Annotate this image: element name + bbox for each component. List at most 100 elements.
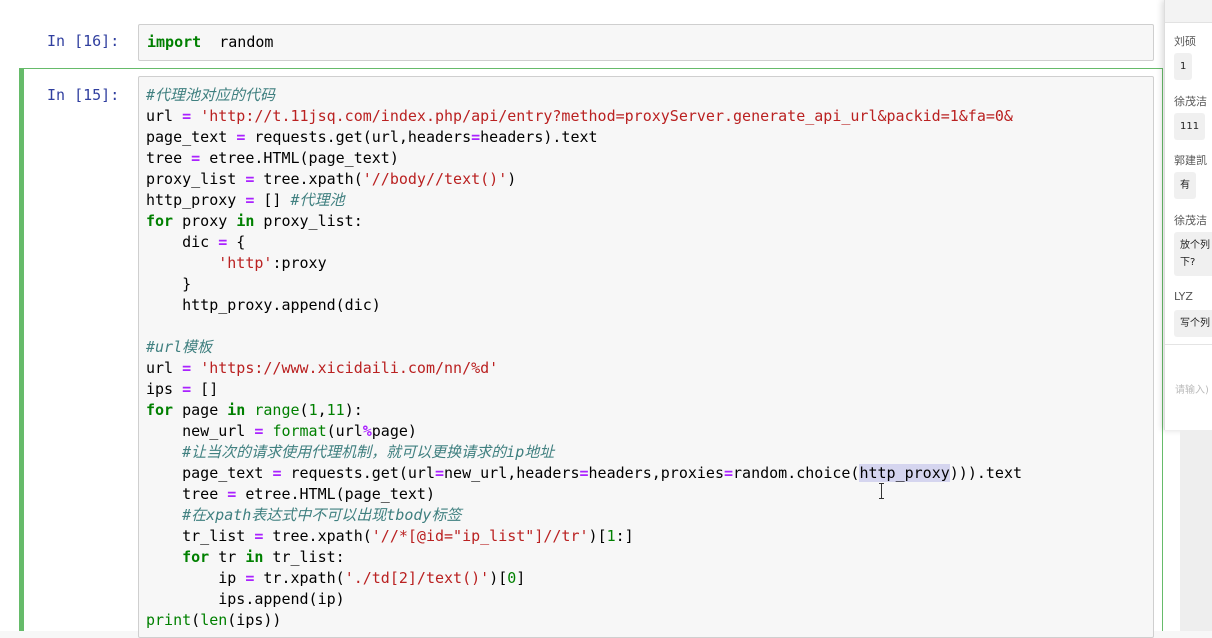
code-token: for bbox=[182, 548, 210, 566]
code-token: tree.xpath( bbox=[254, 170, 363, 188]
code-token: ): bbox=[344, 401, 363, 419]
code-token: 'http://t.11jsq.com/index.php/api/entry?… bbox=[200, 107, 1013, 125]
code-token: ips bbox=[146, 380, 183, 398]
code-token: 1 bbox=[308, 401, 318, 419]
code-token: 1 bbox=[606, 527, 616, 545]
chat-input-placeholder[interactable]: 请输入) bbox=[1175, 381, 1209, 396]
code-token: etree.HTML(page_text) bbox=[236, 485, 435, 503]
code-token: [] bbox=[254, 191, 291, 209]
code-token: in bbox=[227, 401, 246, 419]
code-line: url = 'http://t.11jsq.com/index.php/api/… bbox=[146, 106, 1153, 127]
code-token: range bbox=[254, 401, 300, 419]
chat-message: 1 bbox=[1174, 53, 1193, 80]
code-token: ) bbox=[507, 170, 517, 188]
chat-message: 放个列 下? bbox=[1174, 232, 1212, 276]
code-line: print(len(ips)) bbox=[146, 610, 1153, 631]
code-token: page) bbox=[371, 422, 417, 440]
code-line: #url模板 bbox=[146, 337, 1153, 358]
code-token: tr.xpath( bbox=[254, 569, 345, 587]
code-token: requests.get(url,headers bbox=[245, 128, 472, 146]
code-line: new_url = format(url%page) bbox=[146, 421, 1153, 442]
code-token: 'http' bbox=[218, 254, 273, 272]
code-token: tree.xpath( bbox=[263, 527, 372, 545]
code-token: requests.get(url bbox=[281, 464, 435, 482]
code-cell-input[interactable]: #代理池对应的代码 url = 'http://t.11jsq.com/index… bbox=[138, 76, 1154, 638]
code-token: format bbox=[272, 422, 327, 440]
code-token: [] bbox=[191, 380, 219, 398]
code-line: } bbox=[146, 274, 1153, 295]
code-token: for bbox=[146, 212, 174, 230]
code-line: tr_list = tree.xpath('//*[@id="ip_list"]… bbox=[146, 526, 1153, 547]
code-token: = bbox=[218, 233, 228, 251]
code-editor[interactable]: import random bbox=[139, 25, 1153, 53]
code-token: ( bbox=[191, 611, 201, 629]
code-token: } bbox=[146, 275, 192, 293]
code-token: http_proxy bbox=[146, 191, 246, 209]
code-line: for tr in tr_list: bbox=[146, 547, 1153, 568]
code-token: % bbox=[362, 422, 372, 440]
code-token: 11 bbox=[326, 401, 345, 419]
side-gutter bbox=[1180, 430, 1212, 631]
code-token: tr_list: bbox=[263, 548, 345, 566]
code-line: page_text = requests.get(url=new_url,hea… bbox=[146, 463, 1153, 484]
code-line: 'http':proxy bbox=[146, 253, 1153, 274]
chat-sender-name: 徐茂洁 bbox=[1174, 95, 1207, 108]
code-token: = bbox=[471, 128, 481, 146]
code-token: ip bbox=[146, 569, 246, 587]
code-token: ) bbox=[588, 527, 598, 545]
chat-sender-name: LYZ bbox=[1174, 290, 1193, 303]
code-line: tree = etree.HTML(page_text) bbox=[146, 148, 1153, 169]
code-token: url bbox=[146, 359, 183, 377]
code-line: http_proxy = [] #代理池 bbox=[146, 190, 1153, 211]
cell-prompt: In [16]: bbox=[47, 32, 120, 50]
code-token: http_proxy.append(dic) bbox=[146, 296, 381, 314]
code-token: )[ bbox=[489, 569, 508, 587]
code-token: '//body//text()' bbox=[362, 170, 508, 188]
code-token: ] bbox=[516, 569, 526, 587]
chat-sender-name: 刘硕 bbox=[1174, 35, 1196, 48]
code-line: page_text = requests.get(url,headers=hea… bbox=[146, 127, 1153, 148]
code-token: './td[2]/text()' bbox=[344, 569, 490, 587]
chat-divider bbox=[1165, 344, 1212, 345]
notebook-area: In [16]: import random In [15]: #代理池对应的代… bbox=[0, 0, 1180, 638]
code-token: = bbox=[182, 380, 192, 398]
code-token: proxy_list: bbox=[254, 212, 363, 230]
code-line: #代理池对应的代码 bbox=[146, 85, 1153, 106]
code-token: proxy bbox=[173, 212, 237, 230]
code-token: = bbox=[182, 107, 192, 125]
code-token: proxy_list bbox=[146, 170, 246, 188]
code-token: , bbox=[317, 401, 327, 419]
chat-message: 111 bbox=[1174, 113, 1206, 140]
chat-panel-header bbox=[1165, 0, 1212, 23]
code-token: tree bbox=[146, 485, 228, 503]
code-editor[interactable]: #代理池对应的代码 url = 'http://t.11jsq.com/index… bbox=[139, 77, 1153, 631]
code-token: len bbox=[200, 611, 228, 629]
chat-message: 有 bbox=[1174, 172, 1196, 199]
chat-message: 写个列 bbox=[1174, 310, 1212, 337]
code-line: url = 'https://www.xicidaili.com/nn/%d' bbox=[146, 358, 1153, 379]
code-token: import bbox=[147, 33, 202, 51]
code-line: for proxy in proxy_list: bbox=[146, 211, 1153, 232]
chat-panel: 刘硕 1 徐茂洁 111 郭建凯 有 徐茂洁 放个列 下? LYZ 写个列 请输… bbox=[1164, 0, 1212, 430]
code-token: (ips)) bbox=[227, 611, 282, 629]
code-token: etree.HTML(page_text) bbox=[200, 149, 399, 167]
code-token: (url bbox=[326, 422, 363, 440]
code-token: page_text bbox=[146, 464, 273, 482]
chat-sender-name: 徐茂洁 bbox=[1174, 214, 1207, 227]
code-token: page_text bbox=[146, 128, 237, 146]
code-token: random bbox=[201, 33, 274, 51]
code-token: #在xpath表达式中不可以出现tbody标签 bbox=[182, 506, 462, 524]
code-token: 0 bbox=[507, 569, 517, 587]
code-line: #让当次的请求使用代理机制，就可以更换请求的ip地址 bbox=[146, 442, 1153, 463]
code-token: ( bbox=[299, 401, 309, 419]
code-token: url bbox=[146, 107, 183, 125]
code-token: http_proxy bbox=[859, 464, 950, 482]
code-token: ips.append(ip) bbox=[146, 590, 345, 608]
code-line: for page in range(1,11): bbox=[146, 400, 1153, 421]
code-cell-input[interactable]: import random bbox=[138, 24, 1154, 61]
code-token: in bbox=[245, 548, 264, 566]
code-token: #让当次的请求使用代理机制，就可以更换请求的ip地址 bbox=[182, 443, 555, 461]
